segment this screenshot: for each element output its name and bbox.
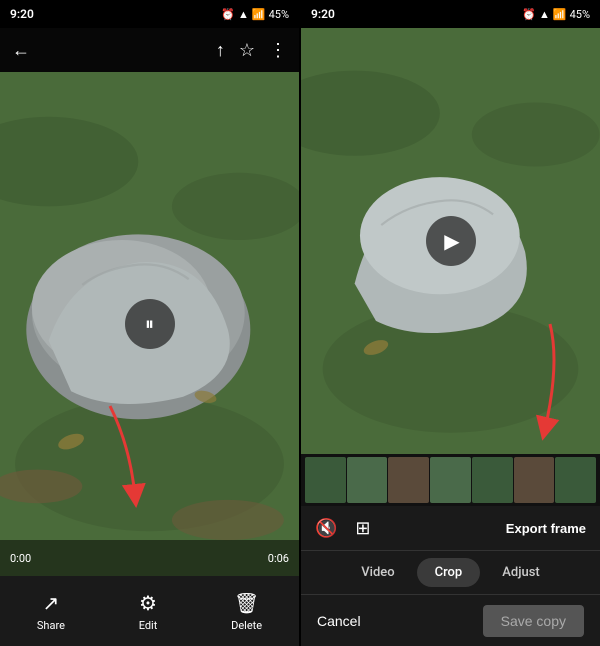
tab-crop[interactable]: Crop [417,558,481,587]
right-status-icons: ⏰ ▲ 📶 45% [522,8,590,21]
left-status-bar: 9:20 ⏰ ▲ 📶 45% [0,0,299,28]
share-button[interactable]: ↗ Share [37,591,65,632]
share-label: Share [37,619,65,632]
pause-button[interactable]: ⏸ [125,299,175,349]
filmstrip-frame [555,457,596,503]
filmstrip-frame [305,457,346,503]
alarm-icon: ⏰ [221,8,235,21]
tools-left: 🔇 ⊞ [315,518,371,539]
delete-button[interactable]: 🗑 Delete [231,591,262,632]
right-play-icon: ▶ [444,229,459,253]
bottom-edit-bar: Cancel Save copy [301,594,600,646]
left-app-toolbar: ← ↑ ☆ ⋮ [0,28,299,72]
filmstrip-frame [430,457,471,503]
right-play-button[interactable]: ▶ [426,216,476,266]
save-copy-button[interactable]: Save copy [483,605,584,637]
upload-icon[interactable]: ↑ [216,40,225,61]
filmstrip-frame [514,457,555,503]
share-icon: ↗ [43,591,60,615]
tab-video[interactable]: Video [343,558,412,587]
left-bottom-bar: ↗ Share ⚙ Edit 🗑 Delete [0,576,299,646]
pause-icon: ⏸ [145,314,154,335]
left-panel: 9:20 ⏰ ▲ 📶 45% ← ↑ ☆ ⋮ [0,0,299,646]
menu-icon[interactable]: ⋮ [269,40,287,61]
right-video-area[interactable]: ▶ [301,28,600,454]
cancel-button[interactable]: Cancel [317,613,361,629]
video-progress-bar: 0:00 0:06 [0,540,299,576]
filmstrip-frame [347,457,388,503]
right-tools-bar: 🔇 ⊞ Export frame [301,506,600,550]
frame-icon[interactable]: ⊞ [355,518,370,539]
toolbar-right-icons: ↑ ☆ ⋮ [216,40,287,61]
right-battery-text: 45% [570,8,590,21]
filmstrip[interactable] [301,454,600,506]
filmstrip-frame [388,457,429,503]
right-wifi-icon: ▲ [539,8,550,21]
edit-button[interactable]: ⚙ Edit [139,591,158,632]
volume-icon[interactable]: 🔇 [315,518,337,539]
left-status-icons: ⏰ ▲ 📶 45% [221,8,289,21]
tab-bar: Video Crop Adjust [301,550,600,594]
edit-icon: ⚙ [139,591,157,615]
time-end: 0:06 [268,552,289,565]
left-video-area[interactable]: ⏸ 0:00 0:06 [0,72,299,576]
signal-icon: 📶 [252,8,266,21]
export-frame-button[interactable]: Export frame [506,521,586,536]
filmstrip-frame [472,457,513,503]
right-panel: 9:20 ⏰ ▲ 📶 45% ▶ [301,0,600,646]
wifi-icon: ▲ [238,8,249,21]
right-status-bar: 9:20 ⏰ ▲ 📶 45% [301,0,600,28]
edit-label: Edit [139,619,158,632]
star-icon[interactable]: ☆ [239,40,255,61]
battery-text: 45% [269,8,289,21]
right-status-time: 9:20 [311,7,335,21]
time-start: 0:00 [10,552,31,565]
delete-label: Delete [231,619,262,632]
back-button[interactable]: ← [12,40,30,61]
right-signal-icon: 📶 [553,8,567,21]
right-alarm-icon: ⏰ [522,8,536,21]
left-status-time: 9:20 [10,7,34,21]
tab-adjust[interactable]: Adjust [484,558,557,587]
delete-icon: 🗑 [234,591,259,615]
